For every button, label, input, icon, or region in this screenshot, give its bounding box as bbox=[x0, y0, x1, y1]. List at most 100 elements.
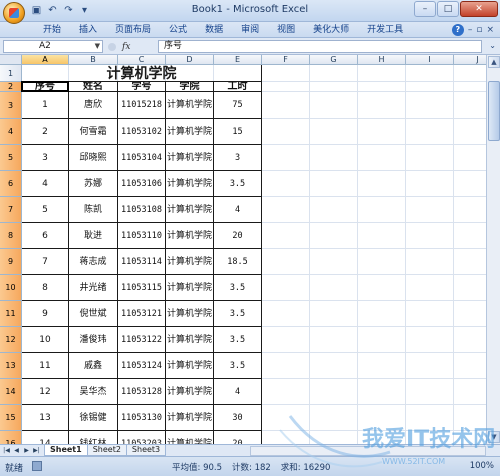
grid-cell[interactable] bbox=[262, 223, 310, 249]
grid-cell[interactable] bbox=[358, 82, 406, 92]
table-cell[interactable]: 计算机学院 bbox=[166, 249, 214, 275]
grid-cell[interactable] bbox=[454, 249, 486, 275]
table-cell[interactable]: 计算机学院 bbox=[166, 431, 214, 444]
grid-cell[interactable] bbox=[454, 431, 486, 444]
grid-cell[interactable] bbox=[406, 301, 454, 327]
grid-cell[interactable] bbox=[262, 171, 310, 197]
table-cell[interactable]: 计算机学院 bbox=[166, 275, 214, 301]
grid-cell[interactable] bbox=[454, 65, 486, 82]
grid-cell[interactable] bbox=[358, 327, 406, 353]
table-cell[interactable]: 11053121 bbox=[118, 301, 166, 327]
table-cell[interactable]: 2 bbox=[22, 119, 69, 145]
table-cell[interactable]: 11053102 bbox=[118, 119, 166, 145]
table-cell[interactable]: 5 bbox=[22, 197, 69, 223]
table-cell[interactable]: 3.5 bbox=[214, 171, 262, 197]
grid-cell[interactable] bbox=[358, 65, 406, 82]
column-header[interactable]: H bbox=[358, 55, 406, 65]
ribbon-tab[interactable]: 视图 bbox=[268, 23, 304, 37]
table-cell[interactable]: 计算机学院 bbox=[166, 327, 214, 353]
grid-cell[interactable] bbox=[310, 301, 358, 327]
table-cell[interactable]: 4 bbox=[22, 171, 69, 197]
row-header[interactable]: 16 bbox=[0, 431, 22, 444]
table-cell[interactable]: 11053115 bbox=[118, 275, 166, 301]
table-cell[interactable]: 15 bbox=[214, 119, 262, 145]
table-cell[interactable]: 3.5 bbox=[214, 301, 262, 327]
table-cell[interactable]: 11053104 bbox=[118, 145, 166, 171]
table-cell[interactable]: 11053130 bbox=[118, 405, 166, 431]
table-cell[interactable]: 钱红林 bbox=[69, 431, 118, 444]
grid-cell[interactable] bbox=[310, 171, 358, 197]
macro-record-icon[interactable] bbox=[32, 461, 42, 471]
table-cell[interactable]: 计算机学院 bbox=[166, 379, 214, 405]
grid-cell[interactable] bbox=[262, 65, 310, 82]
grid-cell[interactable] bbox=[310, 353, 358, 379]
grid-cell[interactable] bbox=[406, 197, 454, 223]
table-cell[interactable]: 7 bbox=[22, 249, 69, 275]
column-header[interactable]: I bbox=[406, 55, 454, 65]
grid-cell[interactable] bbox=[310, 223, 358, 249]
grid-cell[interactable] bbox=[358, 301, 406, 327]
grid-cell[interactable] bbox=[310, 119, 358, 145]
ribbon-tab[interactable]: 公式 bbox=[160, 23, 196, 37]
cancel-entry-icon[interactable] bbox=[108, 42, 116, 51]
name-box[interactable]: A2 ▼ bbox=[3, 40, 103, 53]
row-header[interactable]: 8 bbox=[0, 223, 22, 249]
table-cell[interactable]: 11053124 bbox=[118, 353, 166, 379]
office-button[interactable] bbox=[3, 2, 25, 24]
column-heading-cell[interactable]: 姓名 bbox=[69, 82, 118, 92]
row-header[interactable]: 15 bbox=[0, 405, 22, 431]
expand-formula-icon[interactable]: ⌄ bbox=[489, 41, 496, 50]
grid-cell[interactable] bbox=[406, 249, 454, 275]
grid-cell[interactable] bbox=[262, 353, 310, 379]
grid-cell[interactable] bbox=[454, 92, 486, 119]
grid-cell[interactable] bbox=[406, 405, 454, 431]
grid-cell[interactable] bbox=[262, 197, 310, 223]
grid-cell[interactable] bbox=[358, 119, 406, 145]
grid-cell[interactable] bbox=[262, 275, 310, 301]
grid-cell[interactable] bbox=[310, 431, 358, 444]
table-cell[interactable]: 14 bbox=[22, 431, 69, 444]
table-cell[interactable]: 陈凯 bbox=[69, 197, 118, 223]
table-cell[interactable]: 13 bbox=[22, 405, 69, 431]
table-cell[interactable]: 计算机学院 bbox=[166, 353, 214, 379]
grid-cell[interactable] bbox=[406, 379, 454, 405]
grid-cell[interactable] bbox=[310, 275, 358, 301]
grid-cell[interactable] bbox=[358, 171, 406, 197]
first-sheet-icon[interactable]: |◀ bbox=[2, 446, 11, 455]
table-cell[interactable]: 11053203 bbox=[118, 431, 166, 444]
grid-cell[interactable] bbox=[454, 275, 486, 301]
row-header[interactable]: 6 bbox=[0, 171, 22, 197]
ribbon-tab[interactable]: 插入 bbox=[70, 23, 106, 37]
table-cell[interactable]: 计算机学院 bbox=[166, 301, 214, 327]
table-cell[interactable]: 计算机学院 bbox=[166, 119, 214, 145]
grid-cell[interactable] bbox=[262, 431, 310, 444]
table-cell[interactable]: 何雪霜 bbox=[69, 119, 118, 145]
last-sheet-icon[interactable]: ▶| bbox=[32, 446, 41, 455]
table-cell[interactable]: 11053128 bbox=[118, 379, 166, 405]
table-cell[interactable]: 11 bbox=[22, 353, 69, 379]
grid-cell[interactable] bbox=[310, 82, 358, 92]
grid-cell[interactable] bbox=[358, 379, 406, 405]
table-cell[interactable]: 11053106 bbox=[118, 171, 166, 197]
grid-cell[interactable] bbox=[262, 327, 310, 353]
grid-cell[interactable] bbox=[454, 379, 486, 405]
close-button[interactable]: ✕ bbox=[460, 1, 498, 17]
row-header[interactable]: 1 bbox=[0, 65, 22, 82]
ribbon-tab[interactable]: 开始 bbox=[34, 23, 70, 37]
grid-cell[interactable] bbox=[262, 82, 310, 92]
zoom-level[interactable]: 100% bbox=[470, 461, 494, 471]
table-cell[interactable]: 12 bbox=[22, 379, 69, 405]
table-cell[interactable]: 8 bbox=[22, 275, 69, 301]
row-header[interactable]: 2 bbox=[0, 82, 22, 92]
table-cell[interactable]: 1 bbox=[22, 92, 69, 119]
column-header[interactable]: J bbox=[454, 55, 486, 65]
table-cell[interactable]: 吴华杰 bbox=[69, 379, 118, 405]
grid-cell[interactable] bbox=[310, 65, 358, 82]
row-header[interactable]: 4 bbox=[0, 119, 22, 145]
table-cell[interactable]: 18.5 bbox=[214, 249, 262, 275]
table-cell[interactable]: 20 bbox=[214, 223, 262, 249]
scroll-up-icon[interactable]: ▲ bbox=[488, 56, 500, 68]
table-cell[interactable]: 唐欣 bbox=[69, 92, 118, 119]
table-cell[interactable]: 潘俊玮 bbox=[69, 327, 118, 353]
grid-cell[interactable] bbox=[454, 145, 486, 171]
